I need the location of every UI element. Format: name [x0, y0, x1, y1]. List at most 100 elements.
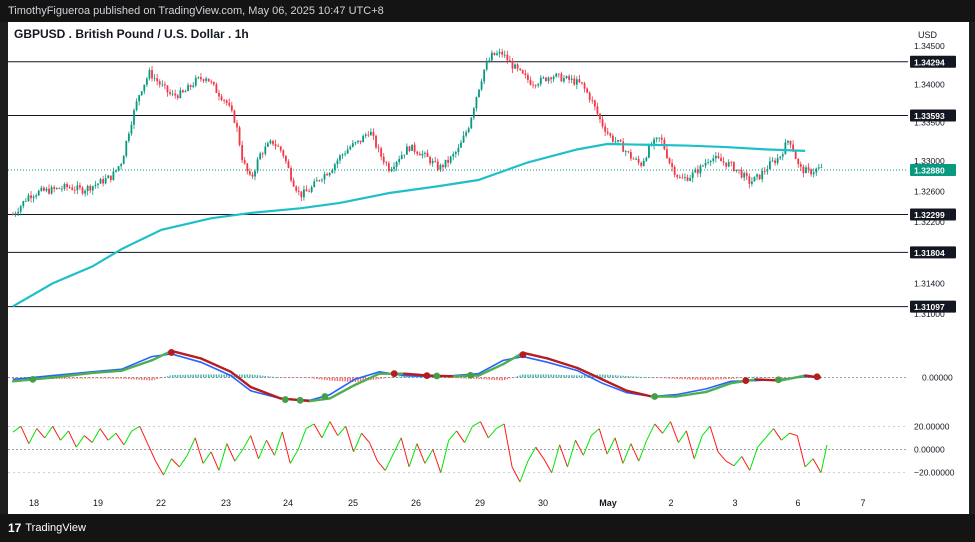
candle-body — [738, 169, 740, 171]
oscillator-histogram-bar — [225, 374, 228, 378]
candle-body — [94, 184, 97, 187]
candle-body — [269, 140, 272, 144]
candle-body — [200, 77, 202, 80]
oscillator-cross-dot — [519, 351, 527, 359]
oscillator-histogram-bar — [143, 377, 146, 381]
oscillator-histogram-bar — [501, 377, 503, 381]
oscillator-cross-dot — [813, 373, 821, 381]
candle-body — [333, 164, 336, 170]
oscillator-histogram-bar — [568, 375, 570, 378]
candle-body — [385, 162, 388, 164]
oscillator-histogram-bar — [192, 374, 194, 378]
candle-body — [259, 153, 262, 160]
candle-body — [351, 143, 354, 147]
oscillator-histogram-bar — [256, 375, 259, 378]
oscillator-histogram-bar — [581, 375, 583, 378]
candle-body — [684, 177, 686, 179]
candle-body — [14, 213, 17, 215]
candle-body — [367, 134, 370, 136]
candle-body — [714, 155, 717, 159]
oscillator-histogram-bar — [442, 377, 444, 379]
candle-body — [542, 77, 545, 79]
oscillator-cross-dot — [742, 377, 750, 384]
oscillator-histogram-bar — [452, 377, 454, 379]
candle-body — [632, 158, 635, 160]
oscillator-histogram-bar — [151, 377, 153, 381]
oscillator-histogram-bar — [274, 377, 277, 378]
chart-panel[interactable]: GBPUSD . British Pound / U.S. Dollar . 1… — [8, 22, 969, 514]
oscillator-histogram-bar — [552, 374, 555, 378]
level-price-label: 1.33593 — [914, 111, 945, 121]
candle-body — [254, 171, 256, 177]
oscillator-histogram-bar — [92, 377, 94, 379]
oscillator-cross-dot — [775, 376, 782, 384]
candle-body — [457, 147, 460, 153]
candle-body — [820, 167, 823, 169]
oscillator-histogram-bar — [292, 377, 295, 379]
chart-title: GBPUSD . British Pound / U.S. Dollar . 1… — [14, 27, 249, 41]
candle-body — [323, 173, 326, 180]
chart-window: TimothyFigueroa published on TradingView… — [0, 0, 975, 542]
oscillator-histogram-bar — [699, 377, 702, 380]
candle-body — [707, 162, 710, 163]
candle-body — [547, 77, 550, 82]
tradingview-logo[interactable]: 17 TradingView — [8, 521, 86, 535]
candle-body — [107, 175, 110, 179]
oscillator-histogram-bar — [607, 374, 609, 378]
oscillator-histogram-bar — [220, 374, 223, 378]
oscillator-histogram-bar — [761, 377, 763, 378]
oscillator-histogram-bar — [161, 377, 164, 379]
candle-body — [274, 144, 277, 147]
oscillator-histogram-bar — [627, 376, 630, 378]
candle-body — [617, 139, 619, 142]
candle-body — [465, 132, 468, 136]
candle-body — [50, 187, 53, 194]
oscillator-histogram-bar — [563, 374, 565, 378]
oscillator-histogram-bar — [272, 376, 274, 378]
oscillator-histogram-bar — [506, 377, 509, 380]
last-price-label: 1.32880 — [914, 166, 945, 176]
candle-body — [30, 195, 32, 199]
candle-body — [120, 164, 123, 167]
candle-body — [563, 78, 565, 82]
oscillator-histogram-bar — [195, 374, 197, 378]
oscillator-histogram-bar — [148, 377, 151, 381]
candle-body — [560, 73, 563, 82]
price-tick-label: 1.32600 — [914, 186, 945, 196]
time-tick-label: 18 — [29, 498, 39, 508]
oscillator-histogram-bar — [241, 374, 243, 378]
candle-body — [236, 122, 238, 128]
oscillator-histogram-bar — [68, 377, 71, 379]
oscillator-histogram-bar — [722, 377, 725, 380]
candle-body — [593, 100, 596, 107]
oscillator-histogram-bar — [509, 377, 511, 379]
candle-body — [524, 73, 527, 76]
candle-body — [583, 83, 586, 89]
candle-body — [498, 51, 501, 54]
candle-body — [642, 160, 645, 166]
candle-body — [601, 119, 604, 127]
oscillator-histogram-bar — [171, 375, 174, 378]
candle-body — [817, 167, 820, 169]
oscillator-cross-dot — [281, 396, 289, 403]
time-tick-label: 3 — [732, 498, 737, 508]
oscillator-histogram-bar — [560, 374, 563, 378]
candle-body — [24, 201, 27, 202]
oscillator-histogram-bar — [740, 377, 743, 379]
oscillator-histogram-bar — [184, 374, 187, 378]
oscillator-histogram-bar — [702, 377, 704, 380]
oscillator-histogram-bar — [637, 376, 640, 378]
chart-canvas[interactable]: GBPUSD . British Pound / U.S. Dollar . 1… — [8, 22, 969, 514]
oscillator-histogram-bar — [465, 377, 467, 379]
candle-body — [297, 190, 300, 192]
candle-body — [303, 189, 305, 198]
candle-body — [629, 152, 632, 159]
oscillator-histogram-bar — [558, 374, 560, 378]
candle-body — [439, 165, 442, 171]
candle-body — [272, 140, 274, 145]
oscillator-histogram-bar — [267, 376, 269, 378]
time-tick-label: 7 — [860, 498, 865, 508]
candle-body — [390, 169, 393, 172]
candle-body — [776, 158, 779, 164]
candle-body — [81, 187, 84, 194]
